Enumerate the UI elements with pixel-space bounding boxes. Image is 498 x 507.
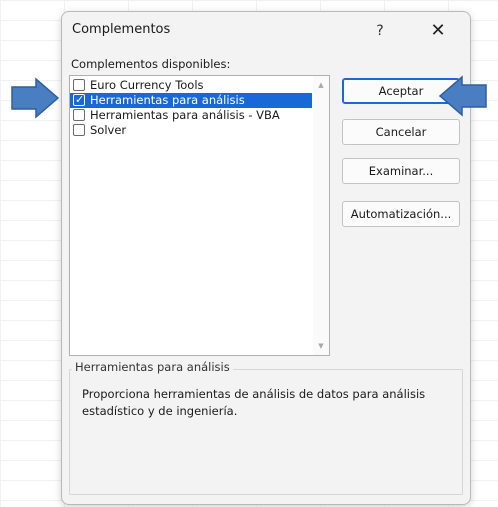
cancel-button[interactable]: Cancelar	[342, 119, 460, 145]
checkbox-euro-currency-tools[interactable]	[73, 79, 85, 91]
list-item-label: Solver	[90, 123, 127, 137]
scroll-down-arrow-icon[interactable]: ▼	[313, 339, 329, 353]
list-item-label: Herramientas para análisis - VBA	[90, 108, 280, 122]
help-button[interactable]: ?	[370, 21, 390, 41]
checkbox-herramientas-analisis[interactable]	[73, 92, 85, 107]
list-item-herramientas-analisis[interactable]: Herramientas para análisis	[70, 92, 312, 108]
list-item-label: Euro Currency Tools	[90, 78, 204, 92]
left-pointing-arrow-icon	[438, 75, 487, 117]
checkbox-solver[interactable]	[73, 124, 85, 136]
addins-dialog: Complementos ? ✕ Complementos disponible…	[61, 11, 471, 505]
list-scrollbar[interactable]: ▲ ▼	[313, 76, 329, 355]
automation-button[interactable]: Automatización...	[342, 201, 460, 227]
list-item-herramientas-analisis-vba[interactable]: Herramientas para análisis - VBA	[70, 108, 312, 123]
close-button[interactable]: ✕	[427, 21, 449, 41]
checkbox-herramientas-analisis-vba[interactable]	[73, 109, 85, 121]
right-pointing-arrow-icon	[11, 77, 60, 119]
description-title: Herramientas para análisis	[72, 360, 233, 374]
addins-list-label: Complementos disponibles:	[71, 57, 231, 71]
description-text: Proporciona herramientas de análisis de …	[82, 387, 426, 418]
scroll-up-arrow-icon[interactable]: ▲	[313, 78, 329, 92]
list-item-label: Herramientas para análisis	[90, 93, 245, 107]
addins-listbox[interactable]: Euro Currency Tools Herramientas para an…	[69, 75, 330, 356]
dialog-title: Complementos	[72, 22, 171, 37]
browse-button[interactable]: Examinar...	[342, 158, 460, 184]
list-item-euro-currency-tools[interactable]: Euro Currency Tools	[70, 78, 312, 93]
list-item-solver[interactable]: Solver	[70, 123, 312, 138]
